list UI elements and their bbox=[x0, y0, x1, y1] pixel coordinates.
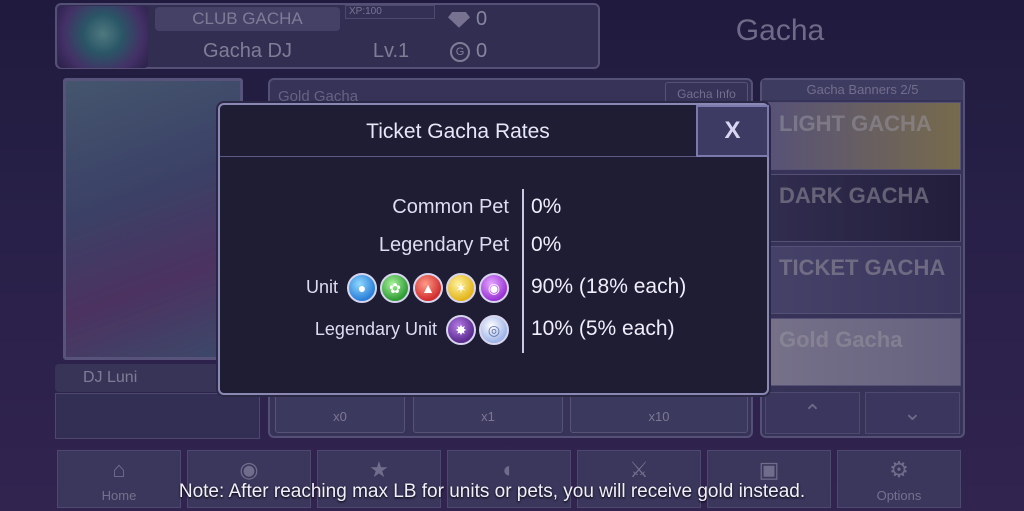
rate-label-common-pet: Common Pet bbox=[392, 196, 509, 218]
wind-orb-icon: ✿ bbox=[380, 273, 410, 304]
dialog-title: Ticket Gacha Rates bbox=[220, 105, 696, 157]
rate-value-legendary-unit: 10% (5% each) bbox=[531, 317, 675, 340]
legendary-light-orb-icon: ◎ bbox=[479, 315, 509, 346]
rate-row-legendary-unit: Legendary Unit ✸ ◎ bbox=[314, 313, 509, 346]
rate-label-unit: Unit bbox=[305, 277, 338, 297]
rates-dialog: Ticket Gacha Rates X Common Pet 0% Legen… bbox=[218, 103, 769, 395]
rates-divider bbox=[522, 189, 524, 353]
rate-label-legendary-unit: Legendary Unit bbox=[314, 319, 437, 339]
legendary-dark-orb-icon: ✸ bbox=[446, 315, 476, 346]
game-screen: CLUB GACHA Gacha DJ XP:100 Lv.1 0 G0 Gac… bbox=[0, 0, 1024, 511]
rate-value-legendary-pet: 0% bbox=[531, 233, 562, 256]
water-orb-icon: ● bbox=[347, 273, 377, 304]
rate-value-unit: 90% (18% each) bbox=[531, 275, 687, 298]
rate-row-unit: Unit ● ✿ ▲ ✶ ◉ bbox=[305, 271, 509, 304]
rate-value-common-pet: 0% bbox=[531, 195, 562, 218]
close-button[interactable]: X bbox=[696, 105, 769, 157]
light-orb-icon: ✶ bbox=[446, 273, 476, 304]
close-icon: X bbox=[724, 117, 741, 144]
fire-orb-icon: ▲ bbox=[413, 273, 443, 304]
max-lb-note: Note: After reaching max LB for units or… bbox=[178, 481, 806, 502]
dark-orb-icon: ◉ bbox=[479, 273, 509, 304]
rate-label-legendary-pet: Legendary Pet bbox=[378, 234, 509, 256]
